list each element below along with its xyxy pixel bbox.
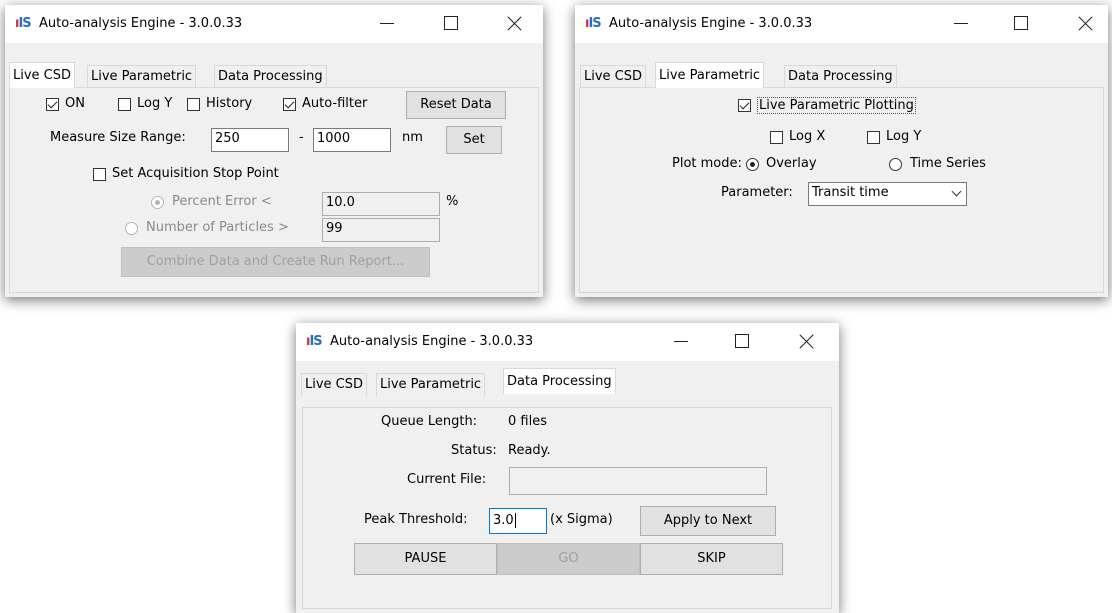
reset-data-button[interactable]: Reset Data — [406, 91, 506, 119]
particles-radio[interactable] — [125, 222, 138, 235]
queue-length-value: 0 files — [508, 414, 547, 429]
tab-live-parametric[interactable]: Live Parametric — [376, 373, 486, 396]
set-button[interactable]: Set — [446, 126, 502, 154]
auto-filter-label: Auto-filter — [302, 96, 368, 111]
combine-report-button[interactable]: Combine Data and Create Run Report... — [121, 247, 430, 277]
maximize-icon — [444, 16, 458, 30]
close-button[interactable] — [1076, 13, 1096, 33]
peak-threshold-label: Peak Threshold: — [364, 512, 468, 527]
maximize-button[interactable] — [441, 13, 461, 33]
sigma-label: (x Sigma) — [550, 512, 613, 527]
go-button[interactable]: GO — [497, 543, 640, 575]
current-file-label: Current File: — [407, 472, 487, 487]
text-cursor — [514, 513, 516, 528]
stop-point-label: Set Acquisition Stop Point — [112, 166, 279, 181]
window-title: Auto-analysis Engine - 3.0.0.33 — [39, 16, 243, 31]
status-value: Ready. — [508, 443, 551, 458]
log-y-label: Log Y — [886, 129, 922, 144]
auto-filter-checkbox[interactable] — [283, 98, 296, 111]
maximize-icon — [735, 334, 749, 348]
parameter-value: Transit time — [812, 185, 889, 200]
log-x-checkbox[interactable] — [770, 131, 783, 144]
peak-threshold-input[interactable]: 3.0 — [489, 508, 547, 534]
history-label: History — [206, 96, 253, 111]
current-file-input[interactable] — [509, 467, 767, 495]
maximize-button[interactable] — [1011, 13, 1031, 33]
time-series-label: Time Series — [910, 156, 986, 171]
parameter-select[interactable]: Transit time — [808, 182, 967, 206]
overlay-radio[interactable] — [746, 158, 759, 171]
app-logo-icon: ıIS — [585, 16, 602, 31]
minimize-icon — [954, 23, 968, 24]
minimize-icon — [674, 341, 688, 342]
window-live-parametric: ıIS Auto-analysis Engine - 3.0.0.33 Live… — [575, 5, 1108, 297]
title-bar[interactable]: ıIS Auto-analysis Engine - 3.0.0.33 — [575, 5, 1108, 43]
measure-size-label: Measure Size Range: — [50, 130, 186, 145]
pause-button[interactable]: PAUSE — [354, 543, 497, 575]
tab-live-csd[interactable]: Live CSD — [580, 65, 647, 88]
title-bar[interactable]: ıIS Auto-analysis Engine - 3.0.0.33 — [296, 323, 839, 361]
window-title: Auto-analysis Engine - 3.0.0.33 — [609, 16, 813, 31]
maximize-icon — [1014, 16, 1028, 30]
chevron-down-icon — [951, 186, 962, 197]
tab-live-parametric[interactable]: Live Parametric — [655, 62, 765, 88]
live-parametric-panel: Live Parametric Plotting Log X Log Y Plo… — [579, 87, 1104, 293]
particles-label: Number of Particles > — [146, 220, 289, 235]
close-button[interactable] — [797, 331, 817, 351]
live-csd-panel: ON Log Y History Auto-filter Reset Data … — [9, 87, 539, 293]
window-data-processing: ıIS Auto-analysis Engine - 3.0.0.33 Live… — [296, 323, 839, 613]
tab-data-processing[interactable]: Data Processing — [503, 368, 616, 394]
plot-mode-label: Plot mode: — [672, 156, 742, 171]
particles-input[interactable]: 99 — [322, 218, 440, 242]
skip-button[interactable]: SKIP — [640, 543, 783, 575]
minimize-button[interactable] — [671, 331, 691, 351]
tab-live-parametric[interactable]: Live Parametric — [87, 65, 197, 88]
on-label: ON — [65, 96, 85, 111]
data-processing-panel: Queue Length: 0 files Status: Ready. Cur… — [302, 407, 832, 609]
parameter-label: Parameter: — [721, 185, 793, 200]
status-label: Status: — [451, 443, 497, 458]
history-checkbox[interactable] — [187, 98, 200, 111]
maximize-button[interactable] — [732, 331, 752, 351]
tab-data-processing[interactable]: Data Processing — [214, 65, 327, 88]
tab-data-processing[interactable]: Data Processing — [784, 65, 897, 88]
app-logo-icon: ıIS — [306, 334, 323, 349]
percent-unit-label: % — [446, 194, 459, 209]
minimize-button[interactable] — [377, 13, 397, 33]
tab-live-csd[interactable]: Live CSD — [9, 62, 76, 88]
queue-length-label: Queue Length: — [381, 414, 478, 429]
range-separator: - — [299, 130, 304, 145]
range-unit-label: nm — [402, 130, 423, 145]
log-y-checkbox[interactable] — [118, 98, 131, 111]
close-button[interactable] — [505, 13, 525, 33]
apply-to-next-button[interactable]: Apply to Next — [640, 506, 776, 536]
percent-error-input[interactable]: 10.0 — [322, 192, 440, 216]
log-y-checkbox[interactable] — [867, 131, 880, 144]
window-title: Auto-analysis Engine - 3.0.0.33 — [330, 334, 534, 349]
range-min-input[interactable]: 250 — [211, 128, 289, 152]
range-max-input[interactable]: 1000 — [313, 128, 391, 152]
log-x-label: Log X — [789, 129, 826, 144]
title-bar[interactable]: ıIS Auto-analysis Engine - 3.0.0.33 — [5, 5, 543, 43]
percent-error-radio[interactable] — [151, 196, 164, 209]
time-series-radio[interactable] — [889, 158, 902, 171]
percent-error-label: Percent Error < — [172, 194, 272, 209]
log-y-label: Log Y — [137, 96, 173, 111]
live-plotting-checkbox[interactable] — [738, 99, 751, 112]
window-live-csd: ıIS Auto-analysis Engine - 3.0.0.33 Live… — [5, 5, 543, 297]
live-plotting-label: Live Parametric Plotting — [757, 97, 916, 114]
tab-live-csd[interactable]: Live CSD — [301, 373, 368, 396]
stop-point-checkbox[interactable] — [93, 168, 106, 181]
app-logo-icon: ıIS — [15, 16, 32, 31]
minimize-icon — [380, 23, 394, 24]
overlay-label: Overlay — [766, 156, 817, 171]
on-checkbox[interactable] — [46, 98, 59, 111]
minimize-button[interactable] — [951, 13, 971, 33]
